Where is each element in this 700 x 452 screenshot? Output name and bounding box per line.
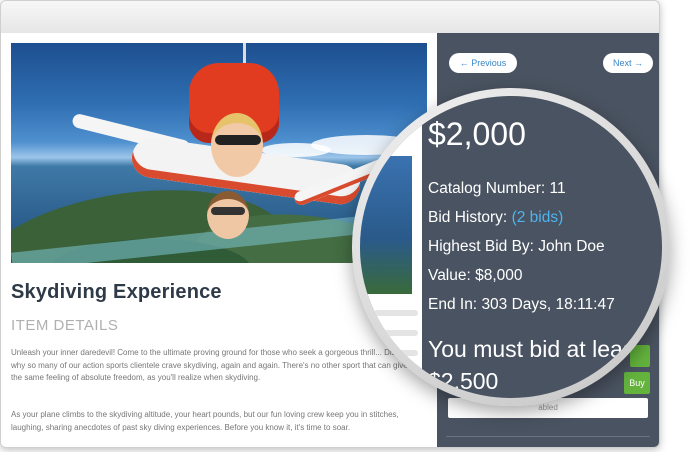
min-bid-amount: $2,500 bbox=[428, 368, 499, 394]
item-details-heading: ITEM DETAILS bbox=[11, 317, 119, 334]
previous-button[interactable]: ← Previous bbox=[449, 53, 517, 73]
current-price: $2,000 bbox=[428, 116, 526, 152]
highest-bid-label: Highest Bid By: bbox=[428, 238, 534, 255]
item-title: Skydiving Experience bbox=[11, 281, 222, 303]
bid-history-label: Bid History: bbox=[428, 209, 508, 226]
bid-history-link[interactable]: (2 bids) bbox=[512, 209, 564, 226]
bid-button[interactable] bbox=[628, 350, 662, 372]
magnifier-lens: $2,000 Catalog Number: 11 Bid History: (… bbox=[352, 88, 670, 406]
highest-bid-value: John Doe bbox=[538, 238, 605, 255]
end-time-label: End In: bbox=[428, 296, 478, 313]
value-label: Value: bbox=[428, 267, 471, 284]
item-description-paragraph: As your plane climbs to the skydiving al… bbox=[11, 410, 399, 432]
catalog-label: Catalog Number: bbox=[428, 180, 546, 197]
value-amount: $8,000 bbox=[475, 267, 523, 284]
min-bid-notice: You must bid at leas bbox=[428, 336, 635, 362]
highest-bid-row: Highest Bid By: John Doe bbox=[428, 238, 605, 256]
browser-toolbar bbox=[1, 1, 659, 34]
value-row: Value: $8,000 bbox=[428, 267, 523, 285]
catalog-value: 11 bbox=[549, 180, 566, 197]
buy-button-magnified[interactable]: Buy bbox=[622, 380, 662, 398]
divider bbox=[446, 436, 650, 437]
bid-history-row: Bid History: (2 bids) bbox=[428, 209, 563, 227]
catalog-number-row: Catalog Number: 11 bbox=[428, 180, 566, 198]
next-button[interactable]: Next → bbox=[603, 53, 653, 73]
magnified-bid-panel: $2,000 Catalog Number: 11 Bid History: (… bbox=[360, 96, 662, 398]
end-time-value: 303 Days, 18:11:47 bbox=[481, 296, 615, 313]
end-time-row: End In: 303 Days, 18:11:47 bbox=[428, 296, 615, 314]
